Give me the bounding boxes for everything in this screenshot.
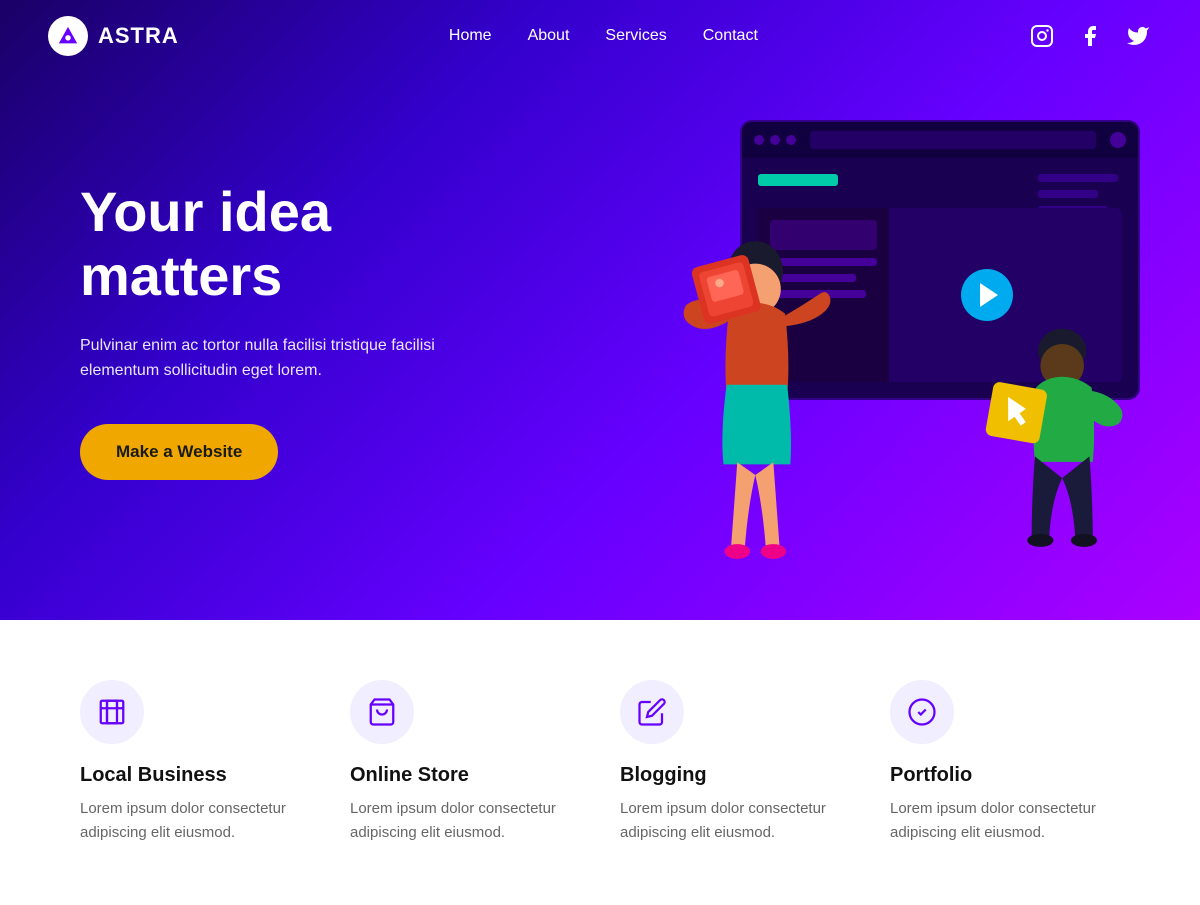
hero-illustration: [600, 80, 1160, 560]
instagram-icon[interactable]: [1028, 22, 1056, 50]
service-icon-blogging: [620, 680, 684, 744]
service-title-local-business: Local Business: [80, 764, 310, 787]
nav-home[interactable]: Home: [449, 27, 492, 45]
twitter-icon[interactable]: [1124, 22, 1152, 50]
service-icon-local-business: [80, 680, 144, 744]
browser-line-2: [1038, 190, 1098, 198]
brand-name: ASTRA: [98, 23, 179, 49]
service-desc-blogging: Lorem ipsum dolor consectetur adipiscing…: [620, 797, 850, 845]
social-icons: [1028, 22, 1152, 50]
browser-dot-3: [786, 135, 796, 145]
services-section: Local Business Lorem ipsum dolor consect…: [0, 620, 1200, 905]
service-portfolio: Portfolio Lorem ipsum dolor consectetur …: [890, 680, 1120, 845]
service-local-business: Local Business Lorem ipsum dolor consect…: [80, 680, 310, 845]
browser-highlight-bar: [758, 174, 838, 186]
facebook-icon[interactable]: [1076, 22, 1104, 50]
hero-title: Your idea matters: [80, 180, 470, 309]
service-online-store: Online Store Lorem ipsum dolor consectet…: [350, 680, 580, 845]
service-title-online-store: Online Store: [350, 764, 580, 787]
logo[interactable]: ASTRA: [48, 16, 179, 56]
nav-contact[interactable]: Contact: [703, 27, 758, 45]
header: ASTRA Home About Services Contact: [0, 0, 1200, 72]
browser-line-1: [1038, 174, 1118, 182]
browser-bar: [742, 122, 1138, 158]
play-button: [961, 269, 1013, 321]
hero-content: Your idea matters Pulvinar enim ac torto…: [0, 60, 550, 560]
browser-settings-dot: [1110, 132, 1126, 148]
service-icon-online-store: [350, 680, 414, 744]
nav-services[interactable]: Services: [605, 27, 666, 45]
browser-dot-2: [770, 135, 780, 145]
service-icon-portfolio: [890, 680, 954, 744]
play-button-area: [961, 269, 1013, 321]
browser-dot-1: [754, 135, 764, 145]
logo-icon: [48, 16, 88, 56]
main-nav: Home About Services Contact: [449, 27, 758, 45]
browser-url-bar: [810, 131, 1096, 149]
service-desc-local-business: Lorem ipsum dolor consectetur adipiscing…: [80, 797, 310, 845]
hero-subtitle: Pulvinar enim ac tortor nulla facilisi t…: [80, 333, 470, 384]
services-grid: Local Business Lorem ipsum dolor consect…: [80, 680, 1120, 845]
play-triangle: [980, 283, 998, 307]
hero-section: Your idea matters Pulvinar enim ac torto…: [0, 0, 1200, 620]
service-desc-online-store: Lorem ipsum dolor consectetur adipiscing…: [350, 797, 580, 845]
service-desc-portfolio: Lorem ipsum dolor consectetur adipiscing…: [890, 797, 1120, 845]
cta-button[interactable]: Make a Website: [80, 424, 278, 480]
character-woman: [660, 220, 840, 560]
character-man: [980, 320, 1140, 560]
service-title-portfolio: Portfolio: [890, 764, 1120, 787]
nav-about[interactable]: About: [528, 27, 570, 45]
service-title-blogging: Blogging: [620, 764, 850, 787]
service-blogging: Blogging Lorem ipsum dolor consectetur a…: [620, 680, 850, 845]
